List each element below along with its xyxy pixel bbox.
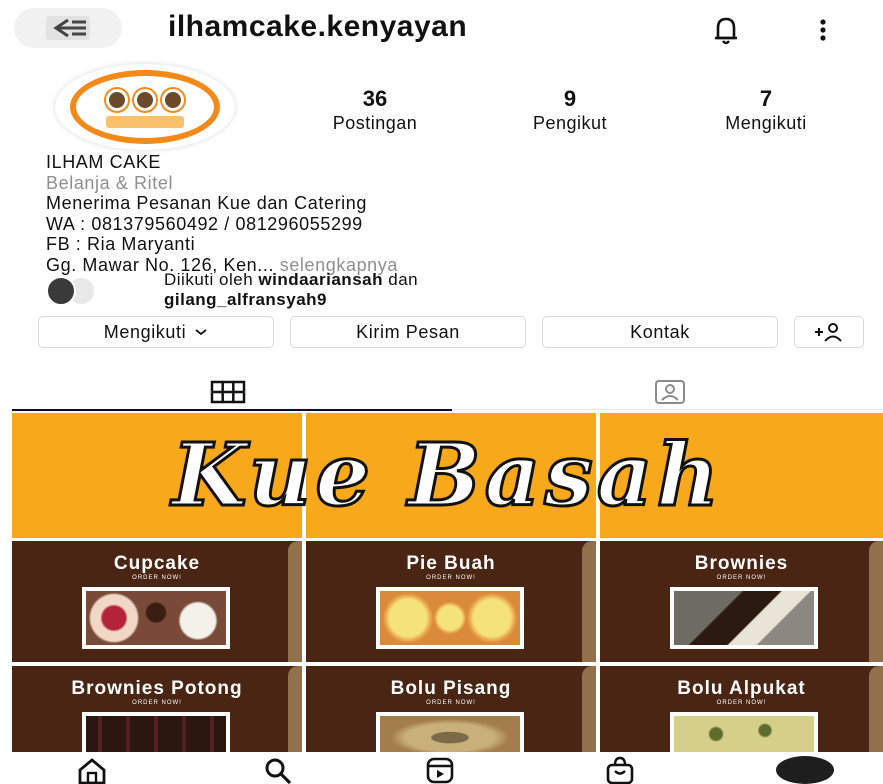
bottom-navigation [0, 752, 883, 784]
post-order-label: ORDER NOW! [426, 575, 476, 581]
post-tile-banner[interactable] [12, 413, 302, 538]
posts-grid: Cupcake ORDER NOW! Pie Buah ORDER NOW! B… [12, 413, 883, 753]
profile-nav-avatar[interactable] [776, 756, 834, 784]
post-order-label: ORDER NOW! [716, 700, 767, 706]
cake-photo [376, 712, 524, 753]
contact-label: Kontak [630, 321, 690, 342]
post-order-label: ORDER NOW! [716, 575, 767, 581]
reels-icon[interactable] [424, 756, 456, 784]
post-title: Bolu Alpukat [677, 678, 806, 699]
back-arrow-icon [46, 16, 90, 40]
tab-divider [452, 409, 883, 410]
tagged-tab-icon[interactable] [650, 378, 690, 406]
stat-following-label: Mengikuti [725, 113, 807, 133]
post-tile[interactable]: Bolu Alpukat ORDER NOW! [600, 666, 883, 753]
followed-by-text: Diikuti oleh windaariansah dan gilang_al… [164, 270, 418, 310]
post-title: Pie Buah [406, 553, 496, 574]
back-button[interactable] [14, 8, 122, 48]
post-title: Bolu Pisang [390, 678, 512, 699]
post-title: Cupcake [113, 553, 201, 574]
post-tile[interactable]: Brownies Potong ORDER NOW! [12, 666, 302, 753]
search-icon[interactable] [262, 756, 294, 784]
suggest-users-button[interactable] [794, 316, 864, 348]
cake-photo [670, 587, 818, 649]
post-tile-banner[interactable] [306, 413, 596, 538]
message-label: Kirim Pesan [356, 321, 460, 342]
chevron-down-icon [195, 329, 207, 336]
post-tile[interactable]: Cupcake ORDER NOW! [12, 541, 302, 662]
stat-followers[interactable]: 9 Pengikut [500, 86, 640, 134]
following-label: Mengikuti [103, 321, 187, 342]
profile-bio: ILHAM CAKE Belanja & Ritel Menerima Pesa… [46, 152, 398, 275]
shop-icon[interactable] [604, 756, 636, 784]
home-icon[interactable] [76, 756, 108, 784]
add-person-icon [815, 323, 842, 342]
stat-posts-value: 36 [362, 86, 388, 111]
cake-photo [82, 712, 230, 753]
followed-by-user: gilang_alfransyah9 [164, 290, 328, 309]
post-order-label: ORDER NOW! [132, 700, 182, 706]
post-tile[interactable]: Bolu Pisang ORDER NOW! [306, 666, 596, 753]
bio-line: FB : Ria Maryanti [46, 234, 196, 254]
post-order-label: ORDER NOW! [132, 575, 182, 581]
followed-by-joiner: dan [388, 270, 419, 289]
post-tile[interactable]: Pie Buah ORDER NOW! [306, 541, 596, 662]
cake-photo [670, 712, 818, 753]
cake-photo [82, 587, 230, 649]
grid-view-tab-icon[interactable] [208, 378, 248, 406]
post-title: Brownies Potong [71, 678, 243, 699]
stat-followers-label: Pengikut [532, 113, 608, 133]
stat-following-value: 7 [759, 86, 773, 111]
contact-button[interactable]: Kontak [542, 316, 778, 348]
followed-by-prefix: Diikuti oleh [164, 270, 254, 289]
stat-posts-label: Postingan [332, 113, 418, 133]
stat-following[interactable]: 7 Mengikuti [690, 86, 842, 134]
stat-posts[interactable]: 36 Postingan [300, 86, 450, 134]
profile-name: ILHAM CAKE [46, 152, 162, 172]
post-tile[interactable]: Brownies ORDER NOW! [600, 541, 883, 662]
profile-category: Belanja & Ritel [46, 172, 174, 193]
cake-photo [376, 587, 524, 649]
post-order-label: ORDER NOW! [426, 700, 476, 706]
post-tile-banner[interactable] [600, 413, 883, 538]
post-title: Brownies [694, 553, 789, 574]
followed-by[interactable]: Diikuti oleh windaariansah dan gilang_al… [46, 270, 646, 314]
bio-line: Menerima Pesanan Kue dan Catering [46, 193, 367, 213]
following-button[interactable]: Mengikuti [38, 316, 274, 348]
message-button[interactable]: Kirim Pesan [290, 316, 526, 348]
stat-followers-value: 9 [563, 86, 577, 111]
followed-by-user: windaariansah [258, 270, 383, 289]
notification-bell-icon[interactable] [708, 12, 744, 48]
top-bar: ilhamcake.kenyayan [0, 0, 883, 58]
follower-avatar [46, 276, 76, 306]
profile-username: ilhamcake.kenyayan [168, 10, 468, 43]
profile-avatar[interactable] [55, 64, 235, 150]
more-options-icon[interactable] [808, 12, 838, 48]
bio-line[interactable]: WA : 081379560492 / 081296055299 [46, 214, 398, 235]
active-tab-indicator [12, 409, 452, 411]
avatar-logo-image [70, 70, 220, 144]
